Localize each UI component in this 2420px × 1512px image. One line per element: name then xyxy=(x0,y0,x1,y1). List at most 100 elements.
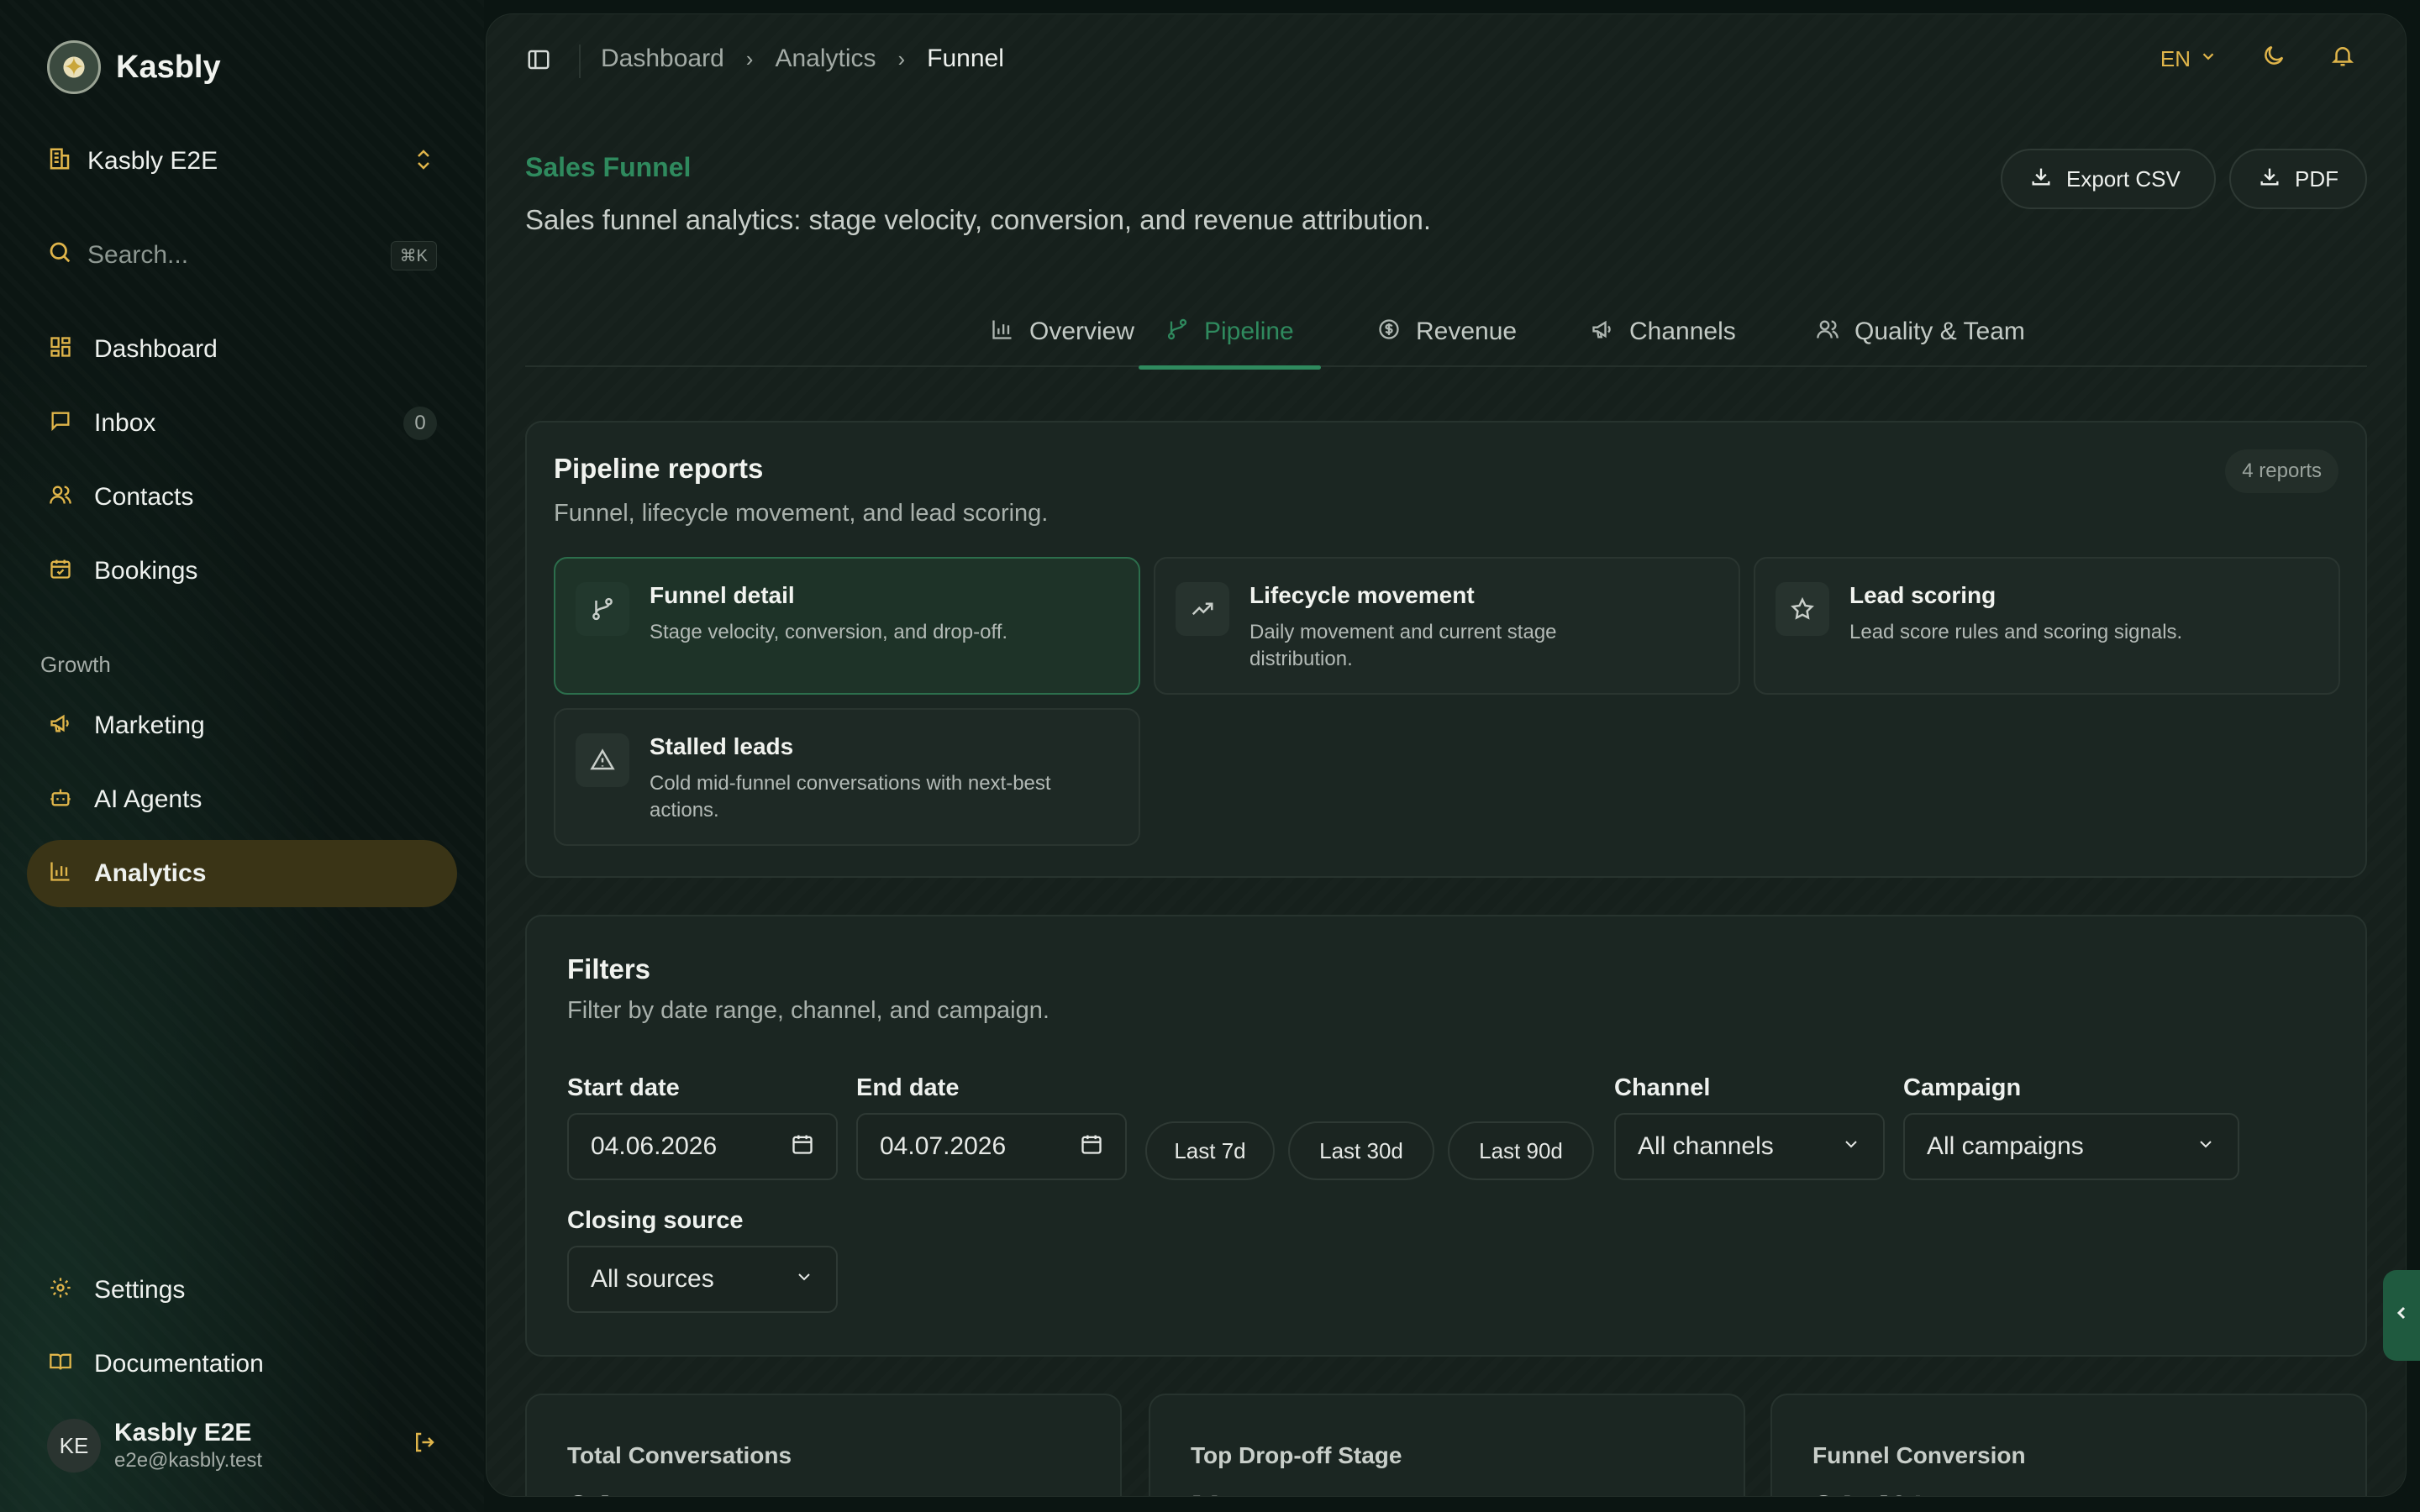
channel-select[interactable]: All channels xyxy=(1614,1113,1885,1180)
breadcrumb-dashboard[interactable]: Dashboard xyxy=(601,45,724,73)
report-stalled-leads[interactable]: Stalled leads Cold mid-funnel conversati… xyxy=(554,708,1140,846)
brand[interactable]: ✦ Kasbly xyxy=(47,40,221,94)
page-description: Sales funnel analytics: stage velocity, … xyxy=(525,204,1432,235)
stat-title: Funnel Conversion xyxy=(1812,1442,2026,1468)
brand-logo-icon: ✦ xyxy=(47,40,101,94)
tab-revenue[interactable]: Revenue xyxy=(1377,297,1517,367)
sidebar-item-label: Settings xyxy=(94,1276,186,1304)
message-icon xyxy=(47,409,74,438)
calendar-icon xyxy=(1080,1132,1103,1162)
closing-source-label: Closing source xyxy=(567,1207,744,1234)
start-date-input[interactable]: 04.06.2026 xyxy=(567,1113,838,1180)
calendar-icon xyxy=(791,1132,814,1162)
report-title: Lifecycle movement xyxy=(1249,582,1475,608)
filters-subtitle: Filter by date range, channel, and campa… xyxy=(567,997,1050,1024)
closing-source-value: All sources xyxy=(591,1265,714,1293)
end-date-value: 04.07.2026 xyxy=(880,1132,1007,1160)
stat-title: Total Conversations xyxy=(567,1442,792,1468)
sidebar-item-bookings[interactable]: Bookings xyxy=(27,538,457,605)
breadcrumb-funnel: Funnel xyxy=(927,45,1004,72)
bot-icon xyxy=(47,785,74,815)
report-description: Daily movement and current stage distrib… xyxy=(1249,621,1557,670)
chevron-right-icon: › xyxy=(745,45,754,71)
search-input[interactable]: Search... ⌘K xyxy=(47,235,437,276)
sidebar-item-settings[interactable]: Settings xyxy=(27,1257,457,1324)
channel-value: All channels xyxy=(1638,1132,1774,1160)
logout-icon[interactable] xyxy=(412,1430,437,1462)
export-csv-button[interactable]: Export CSV xyxy=(2001,149,2216,209)
report-title: Stalled leads xyxy=(650,733,794,759)
bell-icon[interactable] xyxy=(2330,43,2355,75)
end-date-input[interactable]: 04.07.2026 xyxy=(856,1113,1127,1180)
pipeline-subtitle: Funnel, lifecycle movement, and lead sco… xyxy=(554,500,1049,527)
users-icon xyxy=(47,483,74,512)
sidebar-item-dashboard[interactable]: Dashboard xyxy=(27,316,457,383)
megaphone-icon xyxy=(1591,318,1614,347)
language-selector[interactable]: EN xyxy=(2160,46,2217,72)
language-value: EN xyxy=(2160,45,2191,71)
report-funnel-detail[interactable]: Funnel detail Stage velocity, conversion… xyxy=(554,557,1140,695)
divider xyxy=(579,45,581,78)
stat-funnel-conversion: Funnel Conversion 21.4% xyxy=(1770,1394,2367,1496)
search-shortcut: ⌘K xyxy=(390,240,437,270)
sidebar-item-ai-agents[interactable]: AI Agents xyxy=(27,766,457,833)
book-icon xyxy=(47,1350,74,1379)
stat-top-dropoff-stage: Top Drop-off Stage N xyxy=(1149,1394,1745,1496)
workspace-name: Kasbly E2E xyxy=(87,147,218,175)
stat-value: N xyxy=(1191,1488,1220,1496)
moon-icon[interactable] xyxy=(2261,43,2286,75)
chevron-down-icon xyxy=(2199,47,2217,71)
report-lead-scoring[interactable]: Lead scoring Lead score rules and scorin… xyxy=(1754,557,2340,695)
page-title: Sales Funnel xyxy=(525,152,692,182)
channel-label: Channel xyxy=(1614,1074,1711,1101)
building-icon xyxy=(47,146,74,177)
user-profile[interactable]: KE Kasbly E2E e2e@kasbly.test xyxy=(47,1418,437,1473)
report-title: Funnel detail xyxy=(650,582,795,608)
user-info: Kasbly E2E e2e@kasbly.test xyxy=(114,1419,262,1473)
tab-pipeline[interactable]: Pipeline xyxy=(1139,297,1321,370)
chevron-right-icon: › xyxy=(897,45,906,71)
download-icon xyxy=(2029,165,2053,194)
sidebar-item-inbox[interactable]: Inbox 0 xyxy=(27,390,457,457)
breadcrumb-analytics[interactable]: Analytics xyxy=(775,45,876,73)
avatar: KE xyxy=(47,1419,101,1473)
chevron-left-icon xyxy=(2391,1301,2412,1330)
report-description: Stage velocity, conversion, and drop-off… xyxy=(650,621,1008,643)
section-label-growth: Growth xyxy=(40,652,111,677)
preset-last-7d-button[interactable]: Last 7d xyxy=(1145,1121,1275,1180)
filters-card: Filters Filter by date range, channel, a… xyxy=(525,915,2367,1357)
tab-label: Pipeline xyxy=(1204,318,1294,345)
collapse-panel-handle[interactable] xyxy=(2383,1270,2420,1361)
workspace-switcher[interactable]: Kasbly E2E xyxy=(47,143,434,180)
campaign-select[interactable]: All campaigns xyxy=(1903,1113,2239,1180)
pipeline-reports-card: Pipeline reports Funnel, lifecycle movem… xyxy=(525,421,2367,878)
sidebar-item-documentation[interactable]: Documentation xyxy=(27,1331,457,1398)
export-pdf-button[interactable]: PDF xyxy=(2229,149,2367,209)
preset-last-90d-button[interactable]: Last 90d xyxy=(1448,1121,1594,1180)
bar-chart-icon xyxy=(991,318,1014,347)
stat-title: Top Drop-off Stage xyxy=(1191,1442,1402,1468)
tab-overview[interactable]: Overview xyxy=(991,297,1134,367)
sidebar-toggle-icon[interactable] xyxy=(522,43,555,76)
closing-source-select[interactable]: All sources xyxy=(567,1246,838,1313)
tab-channels[interactable]: Channels xyxy=(1591,297,1736,367)
user-email: e2e@kasbly.test xyxy=(114,1449,263,1472)
sidebar-item-marketing[interactable]: Marketing xyxy=(27,692,457,759)
preset-last-30d-button[interactable]: Last 30d xyxy=(1288,1121,1434,1180)
sidebar-item-contacts[interactable]: Contacts xyxy=(27,464,457,531)
export-pdf-label: PDF xyxy=(2295,165,2338,192)
sidebar-item-label: Bookings xyxy=(94,557,198,585)
report-lifecycle-movement[interactable]: Lifecycle movement Daily movement and cu… xyxy=(1154,557,1740,695)
gear-icon xyxy=(47,1276,74,1305)
brand-name: Kasbly xyxy=(116,49,221,85)
megaphone-icon xyxy=(47,711,74,741)
bar-chart-icon xyxy=(47,859,74,889)
chevrons-updown-icon xyxy=(413,148,434,175)
stat-total-conversations: Total Conversations 24 xyxy=(525,1394,1122,1496)
users-icon xyxy=(1816,318,1839,347)
tab-quality-team[interactable]: Quality & Team xyxy=(1816,297,2025,367)
chevron-down-icon xyxy=(794,1267,814,1293)
sidebar-item-analytics[interactable]: Analytics xyxy=(27,840,457,907)
user-name: Kasbly E2E xyxy=(114,1419,252,1446)
end-date-label: End date xyxy=(856,1074,960,1101)
